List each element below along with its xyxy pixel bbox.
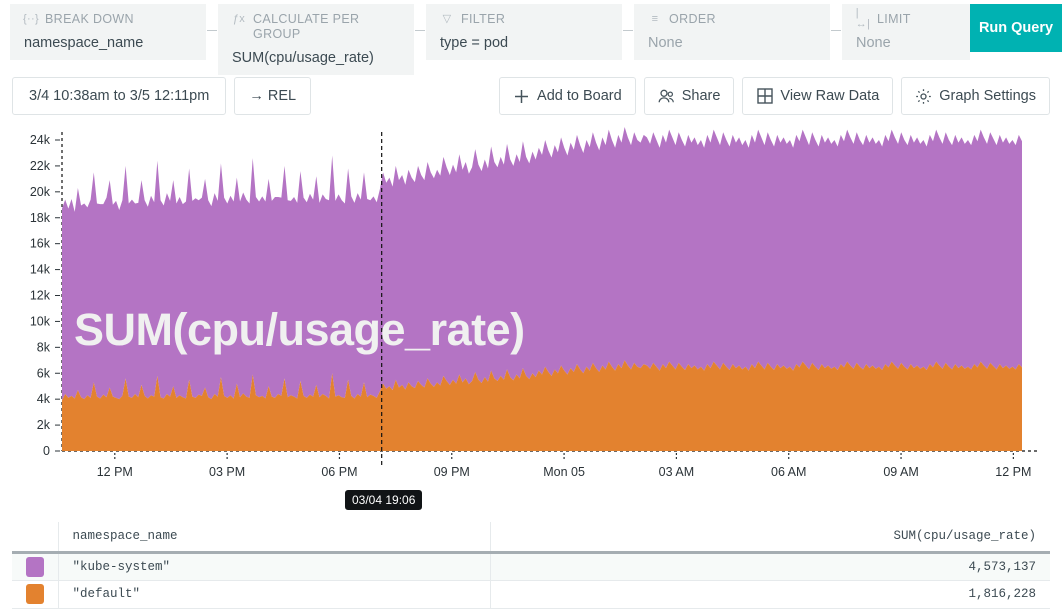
x-axis-tick-label: 03 AM — [659, 465, 694, 479]
run-query-button[interactable]: Run Query — [970, 4, 1062, 52]
y-axis-tick-label: 24k — [30, 133, 51, 147]
legend-series-name: "default" — [58, 580, 490, 608]
plus-icon — [513, 88, 530, 105]
query-card-filter-value[interactable]: type = pod — [440, 35, 608, 52]
legend-series-name: "kube-system" — [58, 552, 490, 580]
legend-header-swatch — [12, 522, 58, 552]
view-raw-data-label: View Raw Data — [780, 88, 879, 104]
query-card-filter[interactable]: ▽ FILTER type = pod — [426, 4, 622, 60]
relative-time-toggle[interactable]: → REL — [234, 77, 311, 115]
share-button[interactable]: Share — [644, 77, 735, 115]
limit-icon: |↔| — [856, 12, 870, 26]
query-card-order[interactable]: ≡ ORDER None — [634, 4, 830, 60]
query-card-limit-wrap: |↔| LIMIT None — [842, 4, 970, 60]
x-axis-tick-label: 06 PM — [321, 465, 357, 479]
y-axis-tick-label: 10k — [30, 314, 51, 328]
legend-table-head: namespace_name SUM(cpu/usage_rate) — [12, 522, 1050, 552]
time-range-picker[interactable]: 3/4 10:38am to 3/5 12:11pm — [12, 77, 226, 115]
y-axis-tick-label: 0 — [43, 444, 50, 458]
legend-swatch-cell — [12, 580, 58, 608]
x-axis-tick-label: 12 PM — [995, 465, 1031, 479]
hover-time-tooltip: 03/04 19:06 — [345, 490, 422, 510]
x-axis-tick-label: 09 AM — [883, 465, 918, 479]
query-card-order-value[interactable]: None — [648, 35, 816, 52]
query-card-filter-title: FILTER — [461, 12, 505, 27]
people-icon — [658, 88, 675, 105]
toolbar-actions: Add to Board Share View Raw Data — [499, 77, 1050, 115]
query-card-order-wrap: ≡ ORDER None — [634, 4, 842, 60]
legend-series-value: 4,573,137 — [810, 552, 1050, 580]
query-card-break-down-wrap: {··} BREAK DOWN namespace_name — [0, 4, 218, 60]
series-color-swatch[interactable] — [26, 557, 44, 577]
legend-middle-cell — [490, 580, 810, 608]
chart-canvas[interactable]: 0 2k 4k 6k 8k 10k 12k 14k 16k 18k 20k 22k 24k 12 PM 03… — [0, 126, 1062, 481]
y-axis-tick-label: 22k — [30, 159, 51, 173]
query-card-limit[interactable]: |↔| LIMIT None — [842, 4, 970, 60]
query-card-break-down-title: BREAK DOWN — [45, 12, 134, 27]
y-axis-tick-label: 16k — [30, 237, 51, 251]
braces-icon: {··} — [24, 12, 38, 26]
add-to-board-button[interactable]: Add to Board — [499, 77, 636, 115]
connector-dash-1 — [206, 4, 218, 56]
x-axis-tick-label: 12 PM — [97, 465, 133, 479]
query-card-limit-title: LIMIT — [877, 12, 911, 27]
x-axis-tick-label: 06 AM — [771, 465, 806, 479]
legend-header-middle — [490, 522, 810, 552]
legend-header-row: namespace_name SUM(cpu/usage_rate) — [12, 522, 1050, 552]
chart-toolbar: 3/4 10:38am to 3/5 12:11pm → REL Add to … — [0, 70, 1062, 122]
y-axis-tick-label: 8k — [37, 340, 51, 354]
view-raw-data-button[interactable]: View Raw Data — [742, 77, 893, 115]
query-card-calculate-wrap: ƒx CALCULATE PER GROUP SUM(cpu/usage_rat… — [218, 4, 426, 60]
query-card-calculate-header: ƒx CALCULATE PER GROUP — [232, 12, 400, 42]
query-card-order-title: ORDER — [669, 12, 716, 27]
query-card-calculate-value[interactable]: SUM(cpu/usage_rate) — [232, 50, 400, 67]
order-icon: ≡ — [648, 12, 662, 26]
y-axis-tick-label: 6k — [37, 366, 51, 380]
share-label: Share — [682, 88, 721, 104]
query-card-break-down-header: {··} BREAK DOWN — [24, 12, 192, 27]
legend-header-value[interactable]: SUM(cpu/usage_rate) — [810, 522, 1050, 552]
y-axis-tick-label: 4k — [37, 392, 51, 406]
legend-header-name[interactable]: namespace_name — [58, 522, 490, 552]
query-card-order-header: ≡ ORDER — [648, 12, 816, 27]
x-axis-tick-label: 03 PM — [209, 465, 245, 479]
series-legend-table: namespace_name SUM(cpu/usage_rate) "kube… — [12, 522, 1050, 609]
query-builder-bar: {··} BREAK DOWN namespace_name ƒx CALCUL… — [0, 0, 1062, 60]
connector-dash-2 — [414, 4, 426, 56]
add-to-board-label: Add to Board — [537, 88, 622, 104]
y-axis-tick-label: 14k — [30, 263, 51, 277]
query-card-calculate-per-group[interactable]: ƒx CALCULATE PER GROUP SUM(cpu/usage_rat… — [218, 4, 414, 75]
x-axis-tick-label: Mon 05 — [543, 465, 585, 479]
connector-dash-3 — [622, 4, 634, 56]
y-axis-tick-label: 18k — [30, 211, 51, 225]
series-color-swatch[interactable] — [26, 584, 44, 604]
connector-dash-4 — [830, 4, 842, 56]
legend-table-body: "kube-system" 4,573,137 "default" 1,816,228 — [12, 552, 1050, 608]
legend-middle-cell — [490, 552, 810, 580]
y-axis-tick-label: 20k — [30, 185, 51, 199]
graph-settings-label: Graph Settings — [939, 88, 1036, 104]
query-card-limit-header: |↔| LIMIT — [856, 12, 956, 27]
y-axis-tick-label: 12k — [30, 289, 51, 303]
filter-icon: ▽ — [440, 12, 454, 26]
y-axis-tick-label: 2k — [37, 418, 51, 432]
query-card-filter-header: ▽ FILTER — [440, 12, 608, 27]
table-row[interactable]: "default" 1,816,228 — [12, 580, 1050, 608]
table-grid-icon — [756, 88, 773, 105]
table-row[interactable]: "kube-system" 4,573,137 — [12, 552, 1050, 580]
query-card-calculate-title: CALCULATE PER GROUP — [253, 12, 400, 42]
query-card-filter-wrap: ▽ FILTER type = pod — [426, 4, 634, 60]
legend-series-value: 1,816,228 — [810, 580, 1050, 608]
function-icon: ƒx — [232, 12, 246, 26]
query-card-break-down-value[interactable]: namespace_name — [24, 35, 192, 52]
area-series-kube-system[interactable] — [62, 127, 1022, 400]
graph-settings-button[interactable]: Graph Settings — [901, 77, 1050, 115]
legend-swatch-cell — [12, 552, 58, 580]
stacked-area-chart[interactable]: 0 2k 4k 6k 8k 10k 12k 14k 16k 18k 20k 22k 24k 12 PM 03… — [0, 126, 1062, 481]
x-axis-tick-label: 09 PM — [434, 465, 470, 479]
query-card-limit-value[interactable]: None — [856, 35, 956, 52]
query-card-break-down[interactable]: {··} BREAK DOWN namespace_name — [10, 4, 206, 60]
gear-icon — [915, 88, 932, 105]
